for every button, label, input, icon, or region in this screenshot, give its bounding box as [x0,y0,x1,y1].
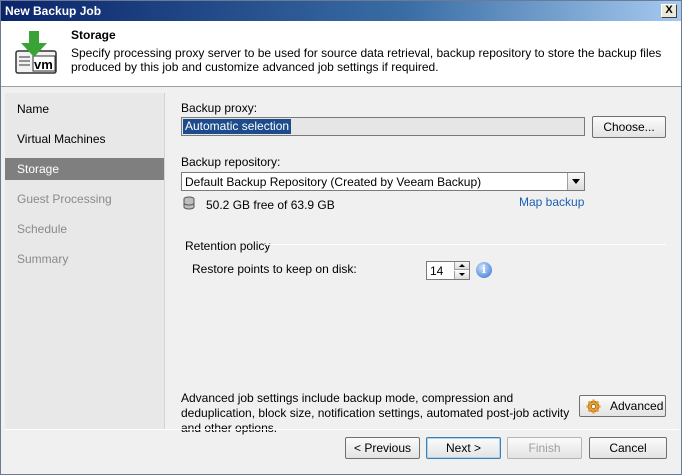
previous-button[interactable]: < Previous [345,437,420,459]
retention-policy-label: Retention policy [185,239,271,253]
spin-up-icon[interactable] [454,262,469,270]
wizard-steps-sidebar: Name Virtual Machines Storage Guest Proc… [5,93,165,429]
sidebar-item-virtual-machines[interactable]: Virtual Machines [5,128,164,150]
chevron-down-icon[interactable] [567,173,584,190]
gear-icon [586,399,601,414]
vm-label: vm [34,57,53,72]
backup-proxy-value: Automatic selection [183,119,292,134]
backup-repository-label: Backup repository: [181,155,281,169]
backup-proxy-field[interactable]: Automatic selection [181,117,585,136]
advanced-button[interactable]: Advanced [579,395,666,417]
title-bar[interactable]: New Backup Job X [1,1,681,21]
restore-points-label: Restore points to keep on disk: [192,262,357,276]
next-button[interactable]: Next > [426,437,501,459]
restore-points-value: 14 [430,264,444,278]
advanced-button-label: Advanced [610,399,664,413]
footer-divider [5,429,679,430]
info-icon[interactable]: i [476,262,492,278]
finish-button: Finish [507,437,582,459]
spin-down-icon[interactable] [454,271,469,279]
page-title: Storage [71,28,116,42]
choose-proxy-button[interactable]: Choose... [592,116,666,138]
sidebar-item-guest-processing: Guest Processing [17,192,112,206]
vm-download-icon: vm [15,31,57,74]
backup-repository-select[interactable]: Default Backup Repository (Created by Ve… [181,172,585,191]
close-button[interactable]: X [661,4,677,18]
sidebar-item-schedule: Schedule [17,222,68,236]
storage-settings-panel: Backup proxy: Automatic selection Choose… [169,93,679,435]
retention-group-divider [265,244,666,245]
wizard-header: vm Storage Specify processing proxy serv… [1,21,681,87]
cancel-button[interactable]: Cancel [589,437,667,459]
window-title: New Backup Job [5,4,102,18]
sidebar-item-name[interactable]: Name [5,98,164,120]
sidebar-item-storage[interactable]: Storage [5,158,164,180]
new-backup-job-window: New Backup Job X vm Storage Specify proc… [0,0,682,475]
page-description: Specify processing proxy server to be us… [71,46,662,74]
backup-repository-value: Default Backup Repository (Created by Ve… [185,175,482,189]
map-backup-link[interactable]: Map backup [519,195,584,209]
backup-proxy-label: Backup proxy: [181,101,258,115]
sidebar-item-summary: Summary [17,252,69,266]
free-space-text: 50.2 GB free of 63.9 GB [206,198,335,212]
database-icon [183,196,195,210]
restore-points-stepper[interactable]: 14 [426,261,470,280]
